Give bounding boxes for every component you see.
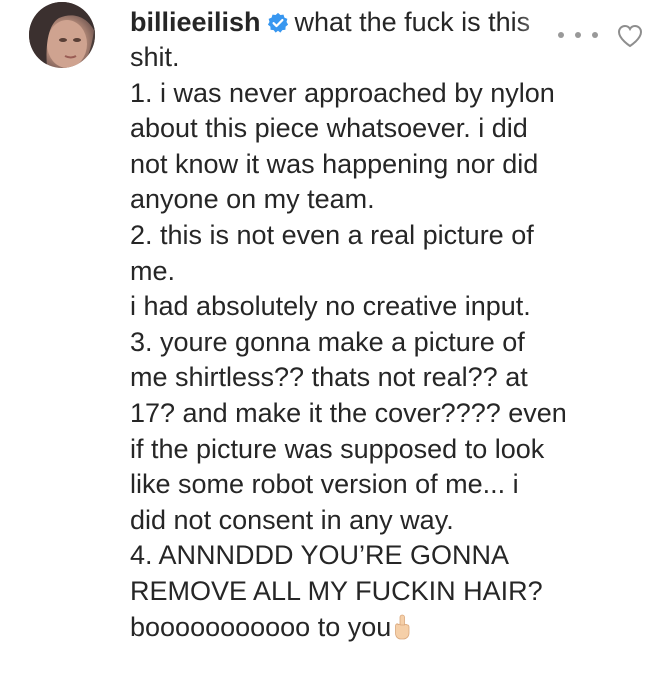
- comment-line: 2. this is not even a real picture of: [130, 219, 534, 250]
- comment-line: if the picture was supposed to look: [130, 433, 545, 464]
- comment-line: not know it was happening nor did: [130, 148, 539, 179]
- username-link[interactable]: billieeilish: [130, 7, 261, 37]
- more-options-icon: [558, 32, 564, 38]
- comment-line: REMOVE ALL MY FUCKIN HAIR?: [130, 575, 543, 606]
- middle-finger-emoji: [395, 614, 410, 639]
- more-options-icon-dot: [592, 32, 598, 38]
- more-options-button[interactable]: [558, 18, 598, 38]
- comment-line: 3. youre gonna make a picture of: [130, 326, 525, 357]
- heart-outline-icon: [617, 24, 643, 48]
- comment-line: 1. i was never approached by nylon: [130, 77, 555, 108]
- comment-first-line: what the fuck is this: [294, 7, 531, 37]
- comment: billieeilish what the fuck is this shit.…: [0, 0, 664, 676]
- comment-line: about this piece whatsoever. i did: [130, 113, 528, 144]
- comment-line: anyone on my team.: [130, 184, 375, 215]
- comment-body: shit. 1. i was never approached by nylon…: [130, 40, 600, 645]
- like-button[interactable]: [617, 24, 643, 48]
- more-options-icon-dot: [575, 32, 581, 38]
- verified-badge-icon: [267, 12, 288, 33]
- comment-line: 4. ANNNDDD YOU’RE GONNA: [130, 540, 510, 571]
- comment-line: me.: [130, 255, 176, 286]
- comment-line: did not consent in any way.: [130, 504, 454, 535]
- comment-last-line: booooooooooo to you: [130, 610, 600, 646]
- comment-line: me shirtless?? thats not real?? at: [130, 362, 528, 393]
- comment-header: billieeilish what the fuck is this: [130, 4, 575, 40]
- comment-line: like some robot version of me... i: [130, 469, 519, 500]
- avatar-image: [29, 2, 95, 68]
- comment-line: shit.: [130, 42, 180, 72]
- comment-line: 17? and make it the cover???? even: [130, 397, 567, 428]
- avatar[interactable]: [29, 2, 95, 68]
- comment-line: i had absolutely no creative input.: [130, 291, 531, 322]
- comment-line: booooooooooo to you: [130, 611, 392, 642]
